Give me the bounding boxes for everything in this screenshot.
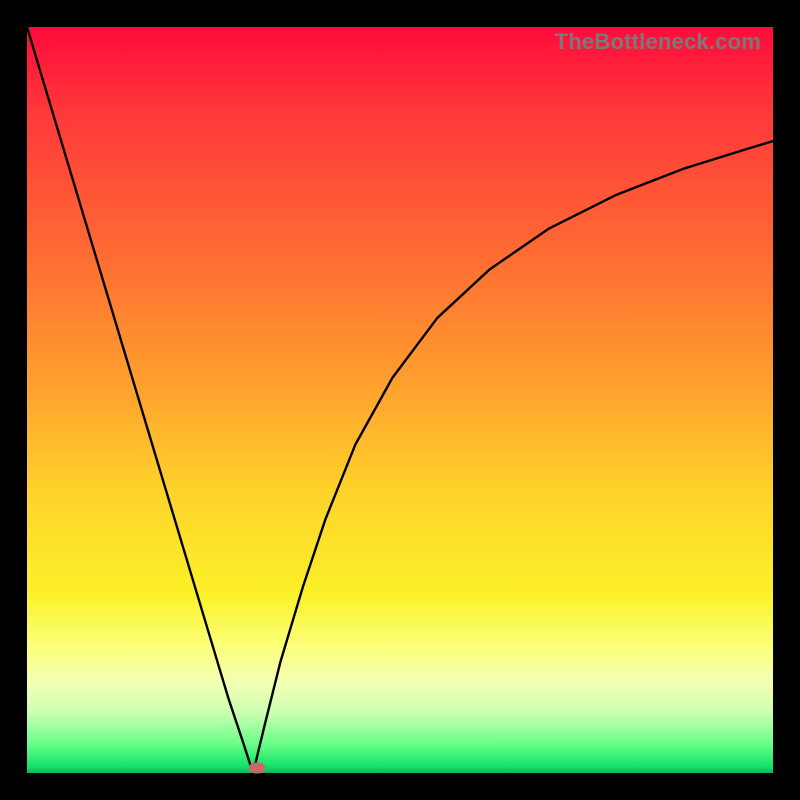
bottleneck-curve (27, 27, 773, 773)
minimum-marker (249, 762, 265, 773)
curve-right-branch (253, 141, 773, 773)
curve-left-branch (27, 27, 253, 773)
chart-frame: TheBottleneck.com (0, 0, 800, 800)
plot-area: TheBottleneck.com (27, 27, 773, 773)
